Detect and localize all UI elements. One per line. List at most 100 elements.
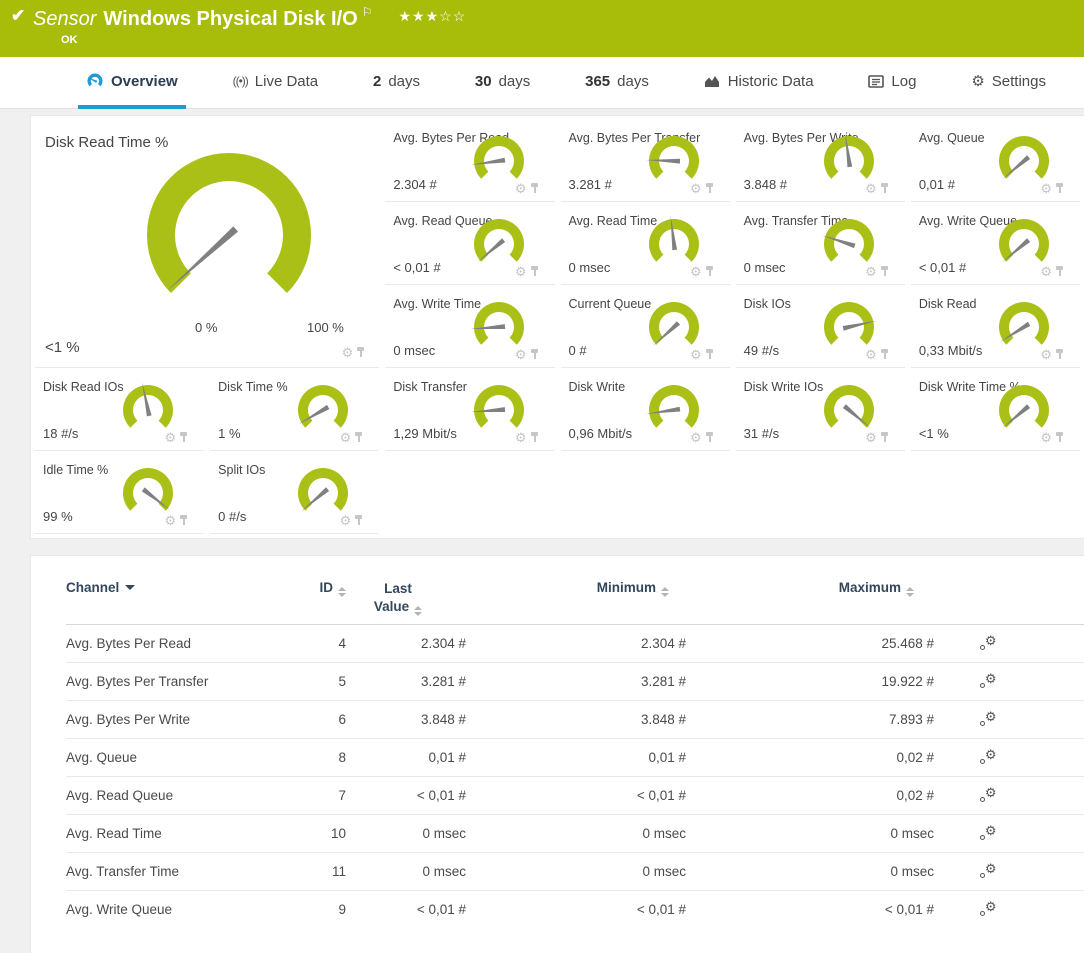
flag-icon[interactable]: ⚐: [362, 5, 373, 19]
cell-minimum: < 0,01 #: [476, 902, 691, 917]
table-row: Avg. Bytes Per Read42.304 #2.304 #25.468…: [66, 624, 1084, 662]
gauge-dial: [469, 217, 529, 271]
gauge-value: 0,96 Mbit/s: [569, 426, 633, 441]
gauge-settings-icon[interactable]: ⚙: [340, 514, 352, 527]
cell-channel[interactable]: Avg. Write Queue: [66, 902, 301, 917]
pin-icon[interactable]: [880, 349, 889, 360]
pin-icon[interactable]: [356, 347, 365, 358]
channel-settings-icon[interactable]: ⚙: [980, 673, 997, 688]
gauge-settings-icon[interactable]: ⚙: [515, 431, 527, 444]
cell-minimum: 0 msec: [476, 826, 691, 841]
tab-30-days[interactable]: 30days: [467, 57, 538, 109]
table-row: Avg. Read Time100 msec0 msec0 msec⚙: [66, 814, 1084, 852]
gauge-disk-read: Disk Read 0,33 Mbit/s⚙: [911, 285, 1080, 368]
channel-settings-icon[interactable]: ⚙: [980, 711, 997, 726]
pin-icon[interactable]: [530, 349, 539, 360]
pin-icon[interactable]: [1055, 349, 1064, 360]
gauge-settings-icon[interactable]: ⚙: [1040, 348, 1052, 361]
tab-overview[interactable]: Overview: [78, 57, 186, 109]
cell-channel[interactable]: Avg. Queue: [66, 750, 301, 765]
gauge-value: 3.848 #: [744, 177, 787, 192]
cell-channel[interactable]: Avg. Transfer Time: [66, 864, 301, 879]
cell-channel[interactable]: Avg. Bytes Per Transfer: [66, 674, 301, 689]
table-row: Avg. Bytes Per Write63.848 #3.848 #7.893…: [66, 700, 1084, 738]
gauge-settings-icon[interactable]: ⚙: [1040, 431, 1052, 444]
gauge-settings-icon[interactable]: ⚙: [690, 431, 702, 444]
gauge-settings-icon[interactable]: ⚙: [865, 348, 877, 361]
pin-icon[interactable]: [354, 515, 363, 526]
cell-channel[interactable]: Avg. Read Queue: [66, 788, 301, 803]
channel-settings-icon[interactable]: ⚙: [980, 901, 997, 916]
tab-2-days[interactable]: 2days: [365, 57, 428, 109]
pin-icon[interactable]: [880, 266, 889, 277]
pin-icon[interactable]: [530, 266, 539, 277]
gauge-settings-icon[interactable]: ⚙: [165, 514, 177, 527]
cell-channel[interactable]: Avg. Bytes Per Write: [66, 712, 301, 727]
column-header-minimum[interactable]: Minimum: [476, 580, 691, 597]
gauge-settings-icon[interactable]: ⚙: [865, 431, 877, 444]
gauge-disk-transfer: Disk Transfer 1,29 Mbit/s⚙: [385, 368, 554, 451]
pin-icon[interactable]: [705, 266, 714, 277]
gauge-settings-icon[interactable]: ⚙: [690, 182, 702, 195]
gauge-settings-icon[interactable]: ⚙: [515, 182, 527, 195]
pin-icon[interactable]: [1055, 266, 1064, 277]
gauge-settings-icon[interactable]: ⚙: [340, 431, 352, 444]
gauge-value: 18 #/s: [43, 426, 78, 441]
gauge-value: 0 msec: [744, 260, 786, 275]
pin-icon[interactable]: [705, 432, 714, 443]
tab-log[interactable]: Log: [860, 57, 924, 109]
gauge-avg-bytes-per-write: Avg. Bytes Per Write 3.848 #⚙: [736, 119, 905, 202]
cell-channel[interactable]: Avg. Bytes Per Read: [66, 636, 301, 651]
pin-icon[interactable]: [705, 183, 714, 194]
channel-settings-icon[interactable]: ⚙: [980, 635, 997, 650]
gauge-title: Disk Read Time %: [45, 134, 168, 151]
channel-settings-icon[interactable]: ⚙: [980, 749, 997, 764]
pin-icon[interactable]: [179, 515, 188, 526]
tab-365-days[interactable]: 365days: [577, 57, 657, 109]
gauge-settings-icon[interactable]: ⚙: [165, 431, 177, 444]
channel-settings-icon[interactable]: ⚙: [980, 825, 997, 840]
gauge-value: 1 %: [218, 426, 240, 441]
pin-icon[interactable]: [880, 432, 889, 443]
gauge-title: Disk Read IOs: [43, 380, 124, 394]
gauge-settings-icon[interactable]: ⚙: [865, 182, 877, 195]
tab-historic-data[interactable]: Historic Data: [696, 57, 822, 109]
gauge-settings-icon[interactable]: ⚙: [865, 265, 877, 278]
chart-icon: [704, 74, 721, 88]
gauge-min-label: 0 %: [195, 320, 217, 335]
tab-settings[interactable]: ⚙Settings: [963, 57, 1054, 109]
gauge-settings-icon[interactable]: ⚙: [690, 348, 702, 361]
rating-stars[interactable]: ★★★☆☆: [398, 8, 466, 25]
gauge-title: Disk Write: [569, 380, 626, 394]
pin-icon[interactable]: [530, 432, 539, 443]
cell-channel[interactable]: Avg. Read Time: [66, 826, 301, 841]
gauge-settings-icon[interactable]: ⚙: [1040, 182, 1052, 195]
gauge-value: 0 #/s: [218, 509, 246, 524]
column-header-maximum[interactable]: Maximum: [691, 580, 936, 597]
pin-icon[interactable]: [179, 432, 188, 443]
gauge-max-label: 100 %: [307, 320, 344, 335]
pin-icon[interactable]: [354, 432, 363, 443]
column-header-channel[interactable]: Channel: [66, 580, 301, 595]
pin-icon[interactable]: [1055, 183, 1064, 194]
column-header-last-value[interactable]: Last Value: [346, 580, 476, 616]
gauge-disk-time: Disk Time % 1 %⚙: [210, 368, 379, 451]
gauge-dial: [293, 383, 353, 437]
pin-icon[interactable]: [705, 349, 714, 360]
cell-minimum: 0,01 #: [476, 750, 691, 765]
cell-minimum: < 0,01 #: [476, 788, 691, 803]
pin-icon[interactable]: [880, 183, 889, 194]
gauge-avg-bytes-per-transfer: Avg. Bytes Per Transfer 3.281 #⚙: [561, 119, 730, 202]
gauge-settings-icon[interactable]: ⚙: [1040, 265, 1052, 278]
pin-icon[interactable]: [530, 183, 539, 194]
prtg-sensor-page: ✔ SensorWindows Physical Disk I/O⚐★★★☆☆ …: [0, 0, 1084, 953]
gauge-settings-icon[interactable]: ⚙: [690, 265, 702, 278]
channel-settings-icon[interactable]: ⚙: [980, 863, 997, 878]
gauge-settings-icon[interactable]: ⚙: [342, 346, 354, 359]
column-header-id[interactable]: ID: [301, 580, 346, 597]
pin-icon[interactable]: [1055, 432, 1064, 443]
gauge-settings-icon[interactable]: ⚙: [515, 348, 527, 361]
tab-live-data[interactable]: ((•))Live Data: [225, 57, 327, 109]
gauge-settings-icon[interactable]: ⚙: [515, 265, 527, 278]
channel-settings-icon[interactable]: ⚙: [980, 787, 997, 802]
